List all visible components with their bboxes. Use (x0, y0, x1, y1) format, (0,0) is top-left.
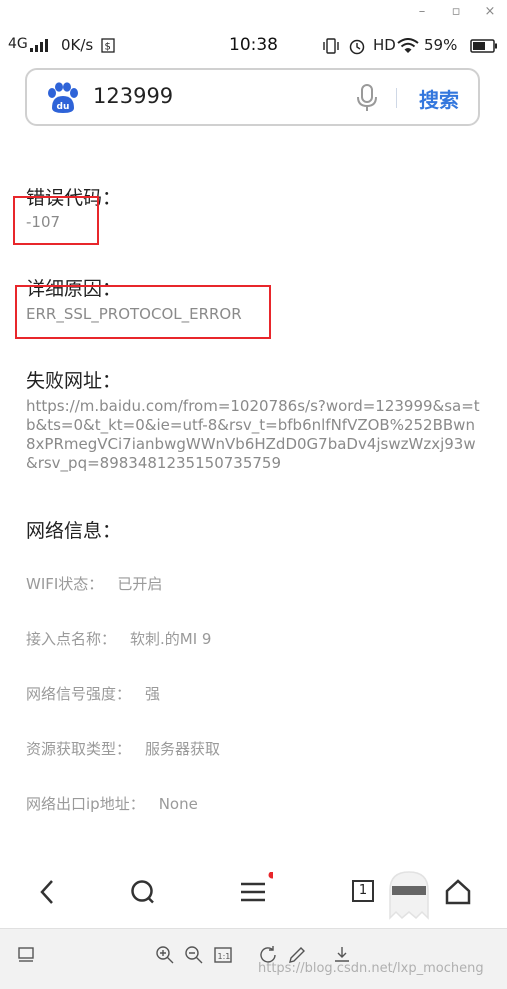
alarm-icon (349, 39, 365, 55)
vibrate-icon (323, 38, 339, 54)
close-button[interactable]: × (480, 4, 500, 19)
wifi-icon (397, 38, 419, 53)
info-label: 网络信号强度： (26, 685, 132, 703)
failed-url-label: 失败网址： (26, 370, 122, 392)
microphone-icon[interactable] (357, 84, 377, 112)
bottom-nav: 1 (0, 858, 507, 928)
info-row-source: 资源获取类型： 服务器获取 (26, 738, 220, 759)
actual-size-icon[interactable]: 1:1 (213, 945, 233, 965)
highlight-box-reason (15, 285, 271, 339)
menu-icon[interactable] (233, 872, 273, 912)
svg-text:1:1: 1:1 (218, 952, 231, 961)
home-icon[interactable] (438, 872, 478, 912)
search-icon[interactable] (122, 872, 162, 912)
watermark-text: https://blog.csdn.net/lxp_mocheng (258, 961, 484, 976)
ghost-mascot-icon (389, 871, 429, 920)
zoom-out-icon[interactable] (184, 945, 204, 965)
search-bar[interactable]: du 123999 搜索 (25, 68, 480, 126)
svg-text:du: du (57, 102, 70, 112)
hd-indicator: HD (373, 36, 396, 54)
baidu-paw-logo-icon: du (48, 82, 78, 113)
signal-icon (30, 39, 48, 52)
info-row-wifi: WIFI状态： 已开启 (26, 573, 162, 594)
download-status-icon: $ (101, 38, 115, 53)
window-controls: – ▫ × (0, 0, 507, 26)
thumbnail-icon[interactable] (16, 945, 36, 965)
info-label: 接入点名称： (26, 630, 117, 648)
maximize-button[interactable]: ▫ (446, 4, 466, 19)
info-label: WIFI状态： (26, 575, 104, 593)
highlight-box-error-code (13, 196, 99, 245)
info-value: 强 (145, 685, 161, 703)
search-divider (396, 88, 397, 108)
failed-url-value: https://m.baidu.com/from=1020786s/s?word… (26, 397, 480, 472)
info-label: 网络出口ip地址： (26, 795, 145, 813)
info-row-ip: 网络出口ip地址： None (26, 793, 198, 814)
info-value: None (158, 795, 198, 813)
back-icon[interactable] (28, 872, 68, 912)
network-speed: 0K/s (61, 36, 94, 54)
svg-text:$: $ (105, 42, 111, 53)
clock: 10:38 (229, 35, 278, 55)
tabs-count-button[interactable]: 1 (352, 880, 374, 902)
viewer-toolbar: 1:1 (0, 928, 507, 989)
battery-icon (470, 39, 497, 53)
info-row-ap: 接入点名称： 软刺.的MI 9 (26, 628, 211, 649)
search-input[interactable]: 123999 (93, 84, 173, 108)
minimize-button[interactable]: – (412, 4, 432, 19)
network-type: 4G (8, 36, 28, 52)
info-row-signal: 网络信号强度： 强 (26, 683, 160, 704)
zoom-in-icon[interactable] (155, 945, 175, 965)
battery-percent: 59% (424, 36, 458, 54)
network-info-title: 网络信息： (26, 520, 122, 542)
search-button[interactable]: 搜索 (419, 84, 459, 113)
info-value: 已开启 (117, 575, 163, 593)
info-value: 服务器获取 (145, 740, 221, 758)
info-value: 软刺.的MI 9 (130, 630, 212, 648)
status-bar: 4G 0K/s $ 10:38 HD 59% (0, 30, 507, 60)
info-label: 资源获取类型： (26, 740, 132, 758)
